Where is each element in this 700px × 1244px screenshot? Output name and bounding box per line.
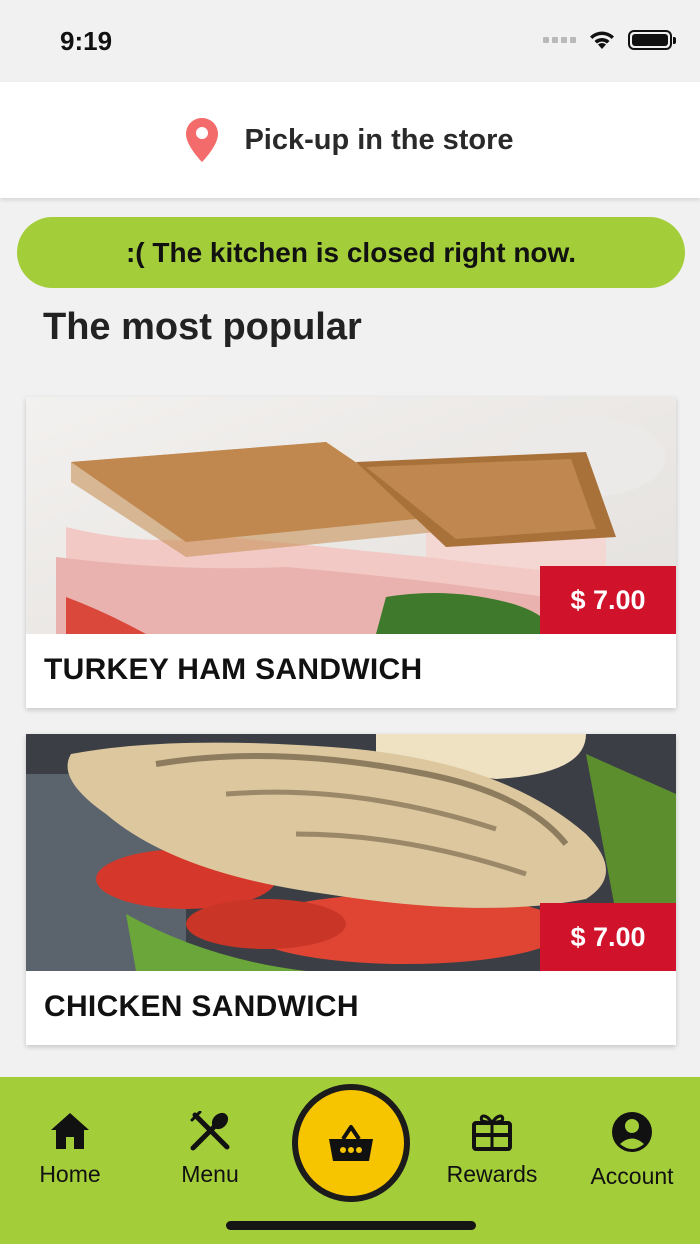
nav-home[interactable]: Home — [0, 1111, 140, 1188]
gift-icon — [472, 1114, 512, 1151]
status-icons — [543, 30, 676, 50]
kitchen-closed-banner: :( The kitchen is closed right now. — [17, 217, 685, 288]
basket-icon — [329, 1125, 373, 1161]
location-pin-icon — [186, 118, 219, 162]
nav-rewards[interactable]: Rewards — [422, 1111, 562, 1188]
price-tag: $ 7.00 — [540, 566, 676, 634]
nav-account[interactable]: Account — [562, 1111, 700, 1190]
nav-label: Account — [590, 1163, 674, 1189]
home-icon — [51, 1113, 89, 1149]
nav-label: Rewards — [446, 1161, 538, 1187]
nav-menu[interactable]: Menu — [140, 1111, 280, 1188]
pickup-label: Pick-up in the store — [244, 123, 514, 156]
section-title: The most popular — [43, 306, 362, 348]
product-name: TURKEY HAM SANDWICH — [44, 653, 423, 686]
price-tag: $ 7.00 — [540, 903, 676, 971]
battery-icon — [628, 30, 676, 50]
wifi-icon — [590, 31, 614, 49]
product-name: CHICKEN SANDWICH — [44, 990, 359, 1023]
cellular-signal-icon — [543, 37, 576, 43]
cart-button[interactable] — [292, 1084, 410, 1202]
nav-label: Home — [39, 1161, 101, 1187]
pickup-location-bar[interactable]: Pick-up in the store — [0, 82, 700, 198]
status-time: 9:19 — [60, 26, 113, 56]
home-indicator — [226, 1221, 476, 1230]
product-card-turkey-ham[interactable]: $ 7.00 TURKEY HAM SANDWICH — [26, 397, 676, 708]
status-bar: 9:19 — [0, 0, 700, 82]
bottom-navigation: Home Menu Rewards Account — [0, 1077, 700, 1244]
account-circle-icon — [612, 1112, 652, 1152]
nav-label: Menu — [181, 1161, 239, 1187]
fork-spoon-icon — [190, 1111, 230, 1151]
product-card-chicken[interactable]: $ 7.00 CHICKEN SANDWICH — [26, 734, 676, 1045]
